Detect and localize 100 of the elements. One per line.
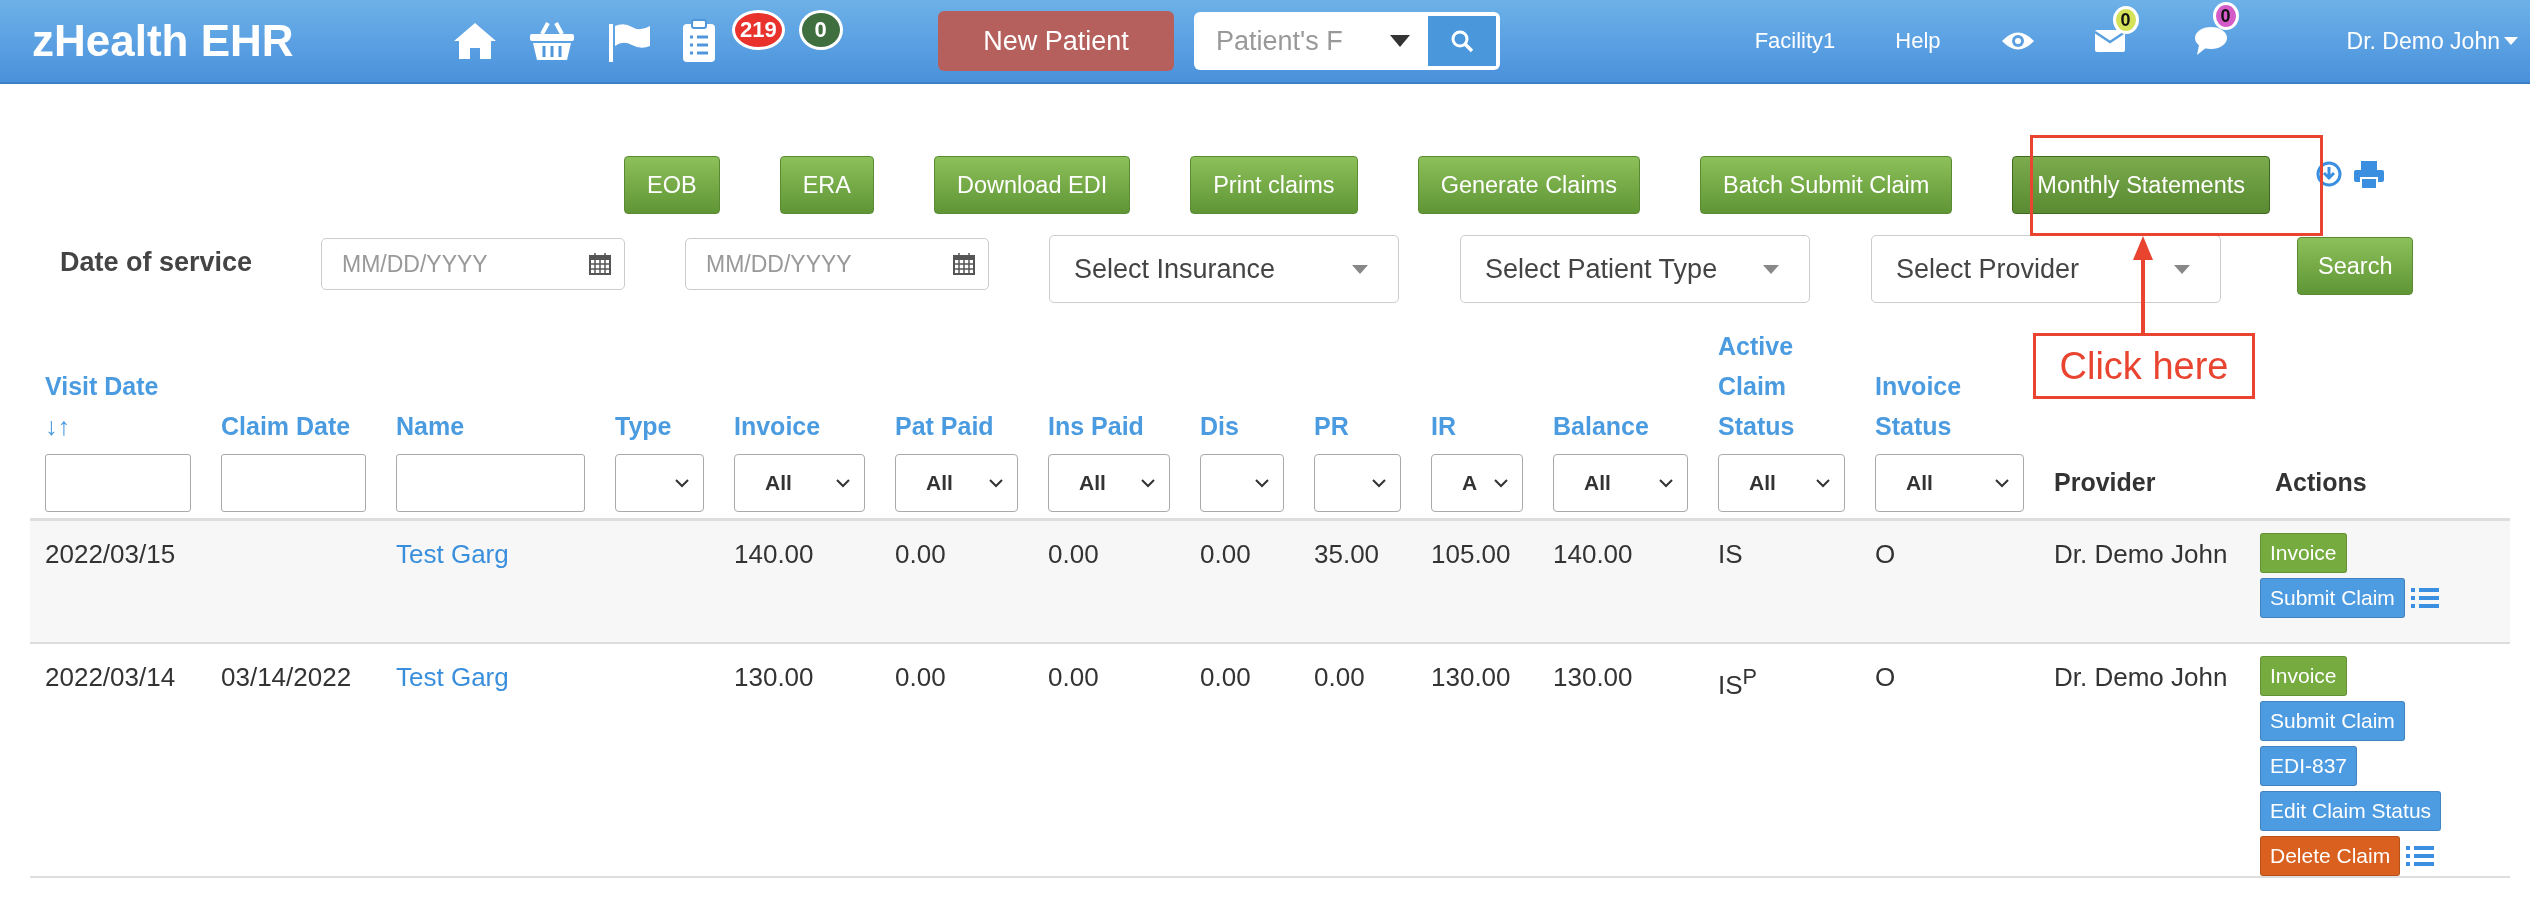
facility-link[interactable]: Facility1 xyxy=(1754,28,1836,54)
column-filter-select[interactable]: All xyxy=(1553,454,1688,512)
column-filter-select[interactable]: All xyxy=(1048,454,1170,512)
clipboard-icon[interactable] xyxy=(682,19,716,63)
sortable-column-header[interactable]: Visit Date ↓↑ xyxy=(45,366,191,446)
toolbar-button[interactable]: Generate Claims xyxy=(1417,156,1640,214)
table-cell: 0.00 xyxy=(1048,539,1099,569)
chevron-icon xyxy=(1494,478,1508,488)
table-cell: IS xyxy=(1718,539,1743,569)
table-cell: 0.00 xyxy=(895,539,946,569)
notification-badge: 0 xyxy=(2112,6,2139,34)
select-dropdown[interactable]: Select Insurance xyxy=(1049,235,1399,303)
toolbar-button[interactable]: ERA xyxy=(779,156,874,214)
table-cell: 130.00 xyxy=(734,662,814,692)
sortable-column-header[interactable]: Dis xyxy=(1200,406,1284,446)
table-cell: 35.00 xyxy=(1314,539,1380,569)
chevron-icon xyxy=(675,478,689,488)
table-cell: 130.00 xyxy=(1431,662,1511,692)
column-header: Provider xyxy=(2054,467,2157,498)
action-button[interactable]: Submit Claim xyxy=(2260,701,2405,741)
column-header: Actions xyxy=(2275,467,2368,498)
chevron-icon xyxy=(1255,478,1269,488)
action-button[interactable]: Delete Claim xyxy=(2260,836,2401,876)
action-button[interactable]: Invoice xyxy=(2260,533,2347,573)
annotation-callout: Click here xyxy=(2033,333,2255,399)
mail-icon[interactable] xyxy=(2094,30,2125,52)
caret-icon xyxy=(2174,264,2190,274)
toolbar-button[interactable]: Monthly Statements xyxy=(2012,156,2270,214)
chevron-icon xyxy=(1141,478,1155,488)
table-cell: 2022/03/15 xyxy=(45,539,176,569)
count-badge[interactable]: 0 xyxy=(798,10,843,50)
search-button[interactable] xyxy=(1428,16,1496,66)
help-link[interactable]: Help xyxy=(1895,28,1941,54)
chevron-icon xyxy=(1995,478,2009,488)
sortable-column-header[interactable]: Active Claim Status xyxy=(1718,326,1845,446)
sortable-column-header[interactable]: Claim Date xyxy=(221,406,366,446)
column-filter-input[interactable] xyxy=(45,454,191,512)
toolbar-button[interactable]: Batch Submit Claim xyxy=(1699,156,1953,214)
column-filter-select[interactable] xyxy=(615,454,704,512)
action-button[interactable]: Submit Claim xyxy=(2260,578,2405,618)
caret-icon xyxy=(1352,264,1368,274)
search-icon xyxy=(1450,29,1474,53)
column-filter-select[interactable]: All xyxy=(734,454,865,512)
action-button[interactable]: Edit Claim Status xyxy=(2260,791,2442,831)
action-button[interactable]: EDI-837 xyxy=(2260,746,2358,786)
column-filter-input[interactable] xyxy=(396,454,585,512)
list-icon[interactable] xyxy=(2406,845,2435,867)
sortable-column-header[interactable]: Name xyxy=(396,406,585,446)
chat-icon[interactable] xyxy=(2194,26,2227,56)
table-cell: 130.00 xyxy=(1553,662,1633,692)
sortable-column-header[interactable]: Invoice Status xyxy=(1875,366,2024,446)
column-filter-select[interactable]: A xyxy=(1431,454,1523,512)
patient-name-link[interactable]: Test Garg xyxy=(396,539,509,569)
print-icon[interactable] xyxy=(2354,161,2384,189)
sortable-column-header[interactable]: Ins Paid xyxy=(1048,406,1170,446)
date-field[interactable]: MM/DD/YYYY xyxy=(685,238,989,290)
list-icon[interactable] xyxy=(2410,587,2439,609)
calendar-icon[interactable] xyxy=(589,253,611,275)
toolbar-button[interactable]: EOB xyxy=(624,156,720,214)
action-button[interactable]: Invoice xyxy=(2260,656,2347,696)
sortable-column-header[interactable]: PR xyxy=(1314,406,1401,446)
chevron-icon xyxy=(1372,478,1386,488)
sortable-column-header[interactable]: Invoice xyxy=(734,406,865,446)
calendar-icon[interactable] xyxy=(953,253,975,275)
eye-icon[interactable] xyxy=(2000,30,2035,52)
column-filter-select[interactable]: All xyxy=(1718,454,1845,512)
date-of-service-label: Date of service xyxy=(60,246,254,278)
caret-icon xyxy=(2504,37,2518,45)
table-cell: O xyxy=(1875,539,1896,569)
table-cell: 105.00 xyxy=(1431,539,1511,569)
sortable-column-header[interactable]: IR xyxy=(1431,406,1523,446)
user-menu[interactable]: Dr. Demo John xyxy=(2346,27,2518,55)
new-patient-button[interactable]: New Patient xyxy=(938,11,1174,71)
column-filter-select[interactable] xyxy=(1314,454,1401,512)
column-filter-select[interactable]: All xyxy=(1875,454,2024,512)
app-logo[interactable]: zHealth EHR xyxy=(32,16,452,66)
chevron-icon xyxy=(1659,478,1673,488)
caret-icon[interactable] xyxy=(1390,35,1410,47)
column-filter-select[interactable] xyxy=(1200,454,1284,512)
toolbar-button[interactable]: Print claims xyxy=(1190,156,1358,214)
column-filter-select[interactable]: All xyxy=(895,454,1018,512)
chevron-icon xyxy=(1816,478,1830,488)
basket-icon[interactable] xyxy=(528,20,576,62)
home-icon[interactable] xyxy=(452,21,498,61)
table-cell: 140.00 xyxy=(1553,539,1633,569)
download-icon[interactable] xyxy=(2316,161,2342,187)
select-dropdown[interactable]: Select Patient Type xyxy=(1460,235,1810,303)
search-button[interactable]: Search xyxy=(2297,237,2414,295)
count-badge[interactable]: 219 xyxy=(732,10,785,50)
date-field[interactable]: MM/DD/YYYY xyxy=(321,238,625,290)
toolbar-button[interactable]: Download EDI xyxy=(933,156,1131,214)
table-cell: O xyxy=(1875,662,1896,692)
sortable-column-header[interactable]: Type xyxy=(615,406,704,446)
sortable-column-header[interactable]: Balance xyxy=(1553,406,1688,446)
table-cell: 0.00 xyxy=(1314,662,1365,692)
sortable-column-header[interactable]: Pat Paid xyxy=(895,406,1018,446)
table-cell: 03/14/2022 xyxy=(221,662,352,692)
table-cell: Dr. Demo John xyxy=(2054,662,2228,692)
column-filter-input[interactable] xyxy=(221,454,366,512)
patient-name-link[interactable]: Test Garg xyxy=(396,662,509,692)
